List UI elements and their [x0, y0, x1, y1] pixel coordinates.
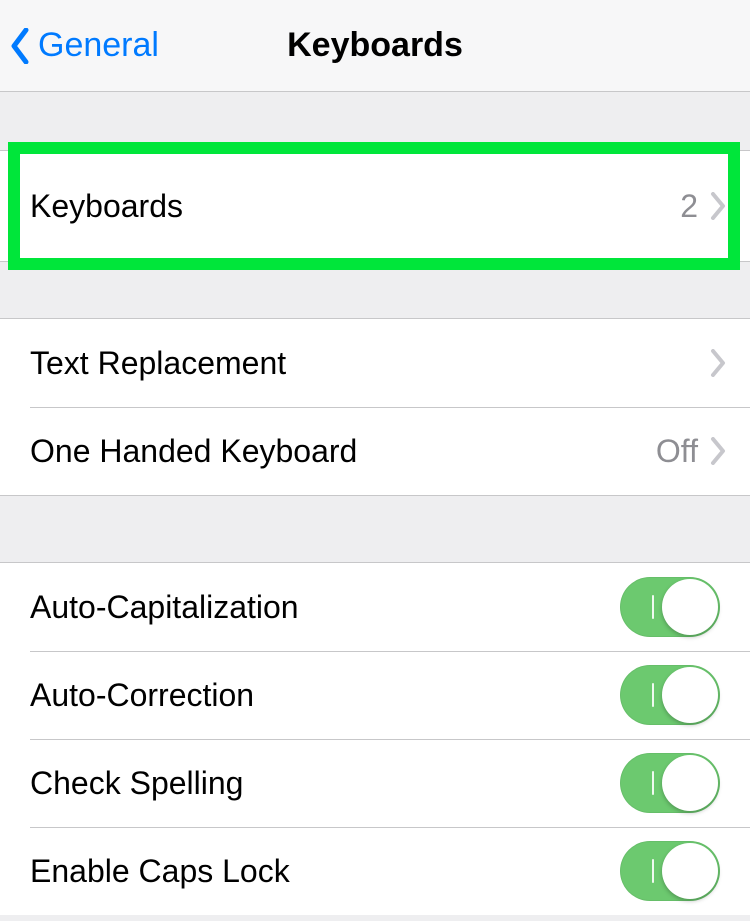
- chevron-right-icon: [710, 349, 726, 377]
- chevron-right-icon: [710, 192, 726, 220]
- section-gap: [0, 92, 750, 150]
- row-keyboards-count: 2: [680, 188, 698, 225]
- group-toggles: Auto-Capitalization Auto-Correction Chec…: [0, 562, 750, 915]
- switch-auto-correction[interactable]: [620, 665, 720, 725]
- row-one-handed[interactable]: One Handed Keyboard Off: [0, 407, 750, 495]
- row-auto-cap-label: Auto-Capitalization: [30, 589, 620, 626]
- back-label: General: [38, 26, 159, 65]
- chevron-right-icon: [710, 437, 726, 465]
- switch-auto-capitalization[interactable]: [620, 577, 720, 637]
- row-text-replacement[interactable]: Text Replacement: [0, 319, 750, 407]
- group-keyboards: Keyboards 2: [0, 150, 750, 262]
- row-text-replacement-label: Text Replacement: [30, 345, 710, 382]
- row-caps-lock-label: Enable Caps Lock: [30, 853, 620, 890]
- row-enable-caps-lock: Enable Caps Lock: [0, 827, 750, 915]
- back-button[interactable]: General: [10, 0, 159, 91]
- group-keyboards-highlight: Keyboards 2: [0, 150, 750, 262]
- section-gap: [0, 496, 750, 562]
- chevron-left-icon: [10, 28, 30, 64]
- row-one-handed-label: One Handed Keyboard: [30, 433, 656, 470]
- navbar: General Keyboards: [0, 0, 750, 92]
- row-one-handed-value: Off: [656, 433, 698, 470]
- switch-enable-caps-lock[interactable]: [620, 841, 720, 901]
- section-gap: [0, 262, 750, 318]
- row-auto-correction: Auto-Correction: [0, 651, 750, 739]
- row-keyboards[interactable]: Keyboards 2: [0, 151, 750, 261]
- row-auto-corr-label: Auto-Correction: [30, 677, 620, 714]
- row-keyboards-label: Keyboards: [30, 188, 680, 225]
- row-auto-capitalization: Auto-Capitalization: [0, 563, 750, 651]
- page-title: Keyboards: [287, 26, 463, 65]
- group-text: Text Replacement One Handed Keyboard Off: [0, 318, 750, 496]
- row-check-spelling: Check Spelling: [0, 739, 750, 827]
- row-check-spell-label: Check Spelling: [30, 765, 620, 802]
- switch-check-spelling[interactable]: [620, 753, 720, 813]
